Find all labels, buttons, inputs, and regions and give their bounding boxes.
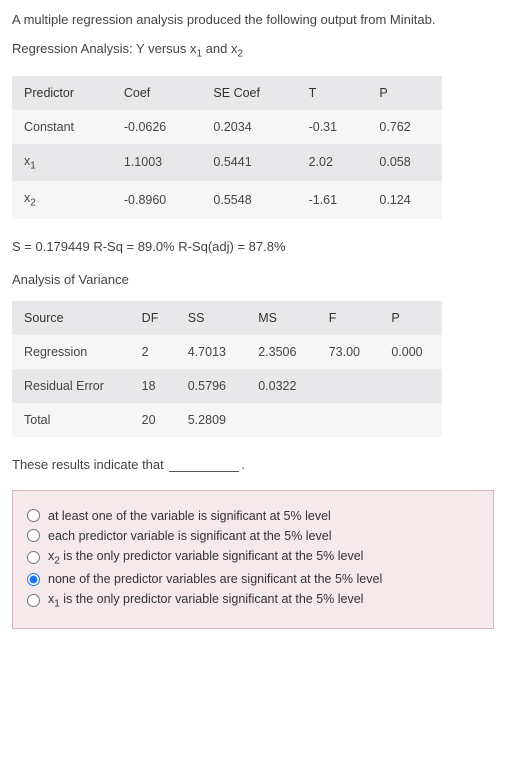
- cell-t: -0.31: [297, 110, 368, 144]
- cell-ms: [246, 403, 316, 437]
- col-ss: SS: [176, 301, 246, 335]
- cell-coef: 1.1003: [112, 144, 202, 182]
- model-summary: S = 0.179449 R-Sq = 89.0% R-Sq(adj) = 87…: [12, 239, 494, 254]
- cell-p: 0.762: [367, 110, 442, 144]
- table-header-row: Source DF SS MS F P: [12, 301, 442, 335]
- col-p: P: [367, 76, 442, 110]
- cell-ss: 4.7013: [176, 335, 246, 369]
- table-row: Total 20 5.2809: [12, 403, 442, 437]
- cell-f: 73.00: [317, 335, 380, 369]
- radio-option-4[interactable]: [27, 573, 40, 586]
- col-ms: MS: [246, 301, 316, 335]
- coefficient-table: Predictor Coef SE Coef T P Constant -0.0…: [12, 76, 442, 219]
- option-4[interactable]: none of the predictor variables are sign…: [27, 572, 479, 586]
- col-p: P: [379, 301, 442, 335]
- table-row: x1 1.1003 0.5441 2.02 0.058: [12, 144, 442, 182]
- cell-p: [379, 369, 442, 403]
- cell-ss: 0.5796: [176, 369, 246, 403]
- col-t: T: [297, 76, 368, 110]
- cell-df: 2: [130, 335, 176, 369]
- cell-t: -1.61: [297, 181, 368, 219]
- cell-p: 0.058: [367, 144, 442, 182]
- col-source: Source: [12, 301, 130, 335]
- option-label: at least one of the variable is signific…: [48, 509, 331, 523]
- table-row: Constant -0.0626 0.2034 -0.31 0.762: [12, 110, 442, 144]
- cell-f: [317, 403, 380, 437]
- sub-2: 2: [237, 49, 243, 60]
- radio-option-5[interactable]: [27, 594, 40, 607]
- cell-source: Residual Error: [12, 369, 130, 403]
- cell-df: 20: [130, 403, 176, 437]
- cell-df: 18: [130, 369, 176, 403]
- cell-ms: 0.0322: [246, 369, 316, 403]
- cell-se: 0.5441: [201, 144, 296, 182]
- anova-table: Source DF SS MS F P Regression 2 4.7013 …: [12, 301, 442, 437]
- question-prompt: These results indicate that .: [12, 457, 494, 472]
- cell-t: 2.02: [297, 144, 368, 182]
- cell-se: 0.5548: [201, 181, 296, 219]
- cell-source: Total: [12, 403, 130, 437]
- title-mid: and x: [202, 41, 237, 56]
- intro-text: A multiple regression analysis produced …: [12, 12, 494, 27]
- cell-predictor: Constant: [12, 110, 112, 144]
- option-2[interactable]: each predictor variable is significant a…: [27, 529, 479, 543]
- cell-se: 0.2034: [201, 110, 296, 144]
- cell-f: [317, 369, 380, 403]
- col-se: SE Coef: [201, 76, 296, 110]
- cell-coef: -0.8960: [112, 181, 202, 219]
- option-label: x1 is the only predictor variable signif…: [48, 592, 363, 610]
- cell-source: Regression: [12, 335, 130, 369]
- table-row: x2 -0.8960 0.5548 -1.61 0.124: [12, 181, 442, 219]
- prompt-pre: These results indicate that: [12, 457, 167, 472]
- option-5[interactable]: x1 is the only predictor variable signif…: [27, 592, 479, 610]
- cell-coef: -0.0626: [112, 110, 202, 144]
- option-1[interactable]: at least one of the variable is signific…: [27, 509, 479, 523]
- blank-line: [169, 471, 239, 472]
- option-label: x2 is the only predictor variable signif…: [48, 549, 363, 567]
- cell-predictor: x2: [12, 181, 112, 219]
- table-header-row: Predictor Coef SE Coef T P: [12, 76, 442, 110]
- options-box: at least one of the variable is signific…: [12, 490, 494, 629]
- title-prefix: Regression Analysis: Y versus x: [12, 41, 197, 56]
- cell-ms: 2.3506: [246, 335, 316, 369]
- cell-ss: 5.2809: [176, 403, 246, 437]
- col-f: F: [317, 301, 380, 335]
- cell-p: 0.124: [367, 181, 442, 219]
- prompt-post: .: [241, 457, 245, 472]
- option-label: none of the predictor variables are sign…: [48, 572, 382, 586]
- col-predictor: Predictor: [12, 76, 112, 110]
- regression-title: Regression Analysis: Y versus x1 and x2: [12, 41, 494, 60]
- table-row: Regression 2 4.7013 2.3506 73.00 0.000: [12, 335, 442, 369]
- radio-option-3[interactable]: [27, 551, 40, 564]
- anova-title: Analysis of Variance: [12, 272, 494, 287]
- option-label: each predictor variable is significant a…: [48, 529, 331, 543]
- cell-predictor: x1: [12, 144, 112, 182]
- table-row: Residual Error 18 0.5796 0.0322: [12, 369, 442, 403]
- option-3[interactable]: x2 is the only predictor variable signif…: [27, 549, 479, 567]
- col-coef: Coef: [112, 76, 202, 110]
- radio-option-1[interactable]: [27, 509, 40, 522]
- cell-p: 0.000: [379, 335, 442, 369]
- radio-option-2[interactable]: [27, 529, 40, 542]
- cell-p: [379, 403, 442, 437]
- col-df: DF: [130, 301, 176, 335]
